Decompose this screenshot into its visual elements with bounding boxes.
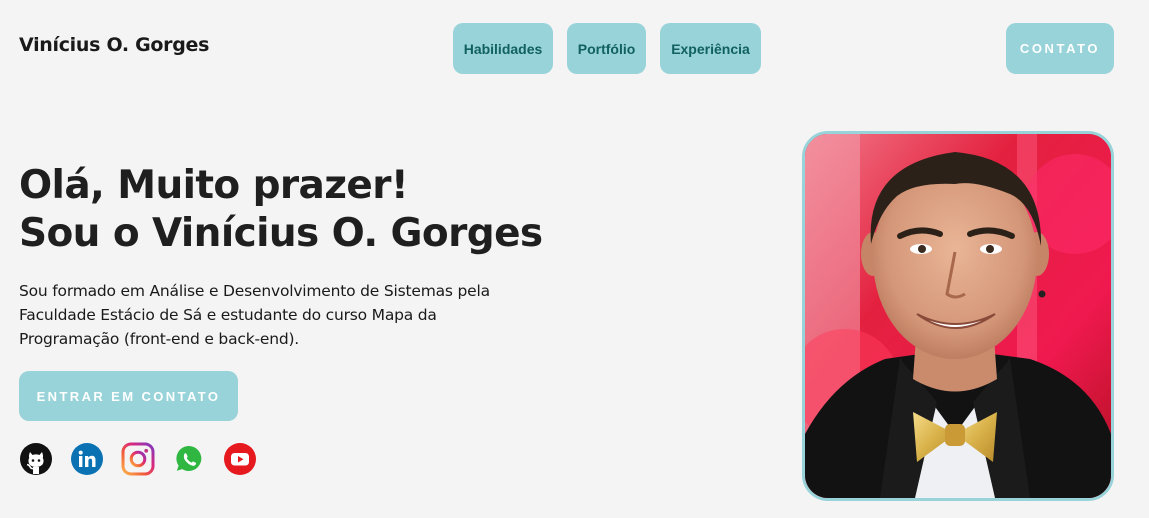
youtube-icon[interactable] xyxy=(223,442,257,476)
whatsapp-icon[interactable] xyxy=(172,442,206,476)
hero-title-line-1: Olá, Muito prazer! xyxy=(19,163,409,208)
contact-cta-button[interactable]: ENTRAR EM CONTATO xyxy=(19,371,238,421)
main-nav: Habilidades Portfólio Experiência xyxy=(453,23,761,74)
hero-title: Olá, Muito prazer! Sou o Vinícius O. Gor… xyxy=(19,162,543,258)
hero-title-line-2: Sou o Vinícius O. Gorges xyxy=(19,211,543,256)
brand-name[interactable]: Vinícius O. Gorges xyxy=(19,34,209,56)
github-icon[interactable] xyxy=(19,442,53,476)
social-links xyxy=(19,442,257,476)
linkedin-icon[interactable] xyxy=(70,442,104,476)
nav-button-portfolio[interactable]: Portfólio xyxy=(567,23,646,74)
instagram-icon[interactable] xyxy=(121,442,155,476)
nav-button-habilidades[interactable]: Habilidades xyxy=(453,23,553,74)
contact-button[interactable]: CONTATO xyxy=(1006,23,1114,74)
nav-button-experiencia[interactable]: Experiência xyxy=(660,23,761,74)
page: Vinícius O. Gorges Habilidades Portfólio… xyxy=(0,0,1149,518)
hero-description: Sou formado em Análise e Desenvolvimento… xyxy=(19,282,490,348)
profile-photo xyxy=(802,131,1114,501)
